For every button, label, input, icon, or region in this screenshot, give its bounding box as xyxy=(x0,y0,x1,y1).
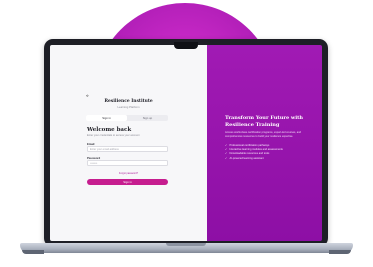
sign-in-button[interactable]: Sign in xyxy=(87,179,168,185)
logo-mark-icon: ⟡ xyxy=(86,93,89,98)
laptop-foot-right xyxy=(329,250,351,254)
email-field[interactable]: Enter your email address xyxy=(87,146,168,152)
laptop-foot-left xyxy=(22,250,44,254)
tab-sign-in[interactable]: Sign in xyxy=(86,115,127,121)
promo-panel: Transform Your Future with Resilience Tr… xyxy=(207,45,322,241)
login-subheading: Enter your credentials to access your ac… xyxy=(87,134,140,137)
promo-body: Access world-class certification program… xyxy=(225,131,302,138)
laptop-hinge-notch xyxy=(166,243,206,246)
password-field[interactable]: •••••••• xyxy=(87,160,168,166)
auth-tabs: Sign in Sign up xyxy=(86,115,168,121)
brand-title: Resilience Institute xyxy=(104,99,153,104)
tab-sign-up[interactable]: Sign up xyxy=(127,115,168,121)
camera-notch xyxy=(174,42,198,49)
promo-feature-text: AI-powered learning assistant xyxy=(229,156,264,160)
promo-feature-list: ✓ Professional certification pathways ✓ … xyxy=(225,144,317,161)
check-icon: ✓ xyxy=(225,156,228,160)
laptop-screen: ⟡ Resilience Institute Learning Platform… xyxy=(50,45,322,241)
promo-title: Transform Your Future with Resilience Tr… xyxy=(225,115,304,128)
brand-subtitle: Learning Platform xyxy=(117,105,140,109)
promo-feature-item: ✓ AI-powered learning assistant xyxy=(225,157,317,161)
login-panel: ⟡ Resilience Institute Learning Platform… xyxy=(50,45,207,241)
forgot-password-link[interactable]: Forgot password? xyxy=(50,172,207,175)
login-heading: Welcome back xyxy=(87,127,132,133)
